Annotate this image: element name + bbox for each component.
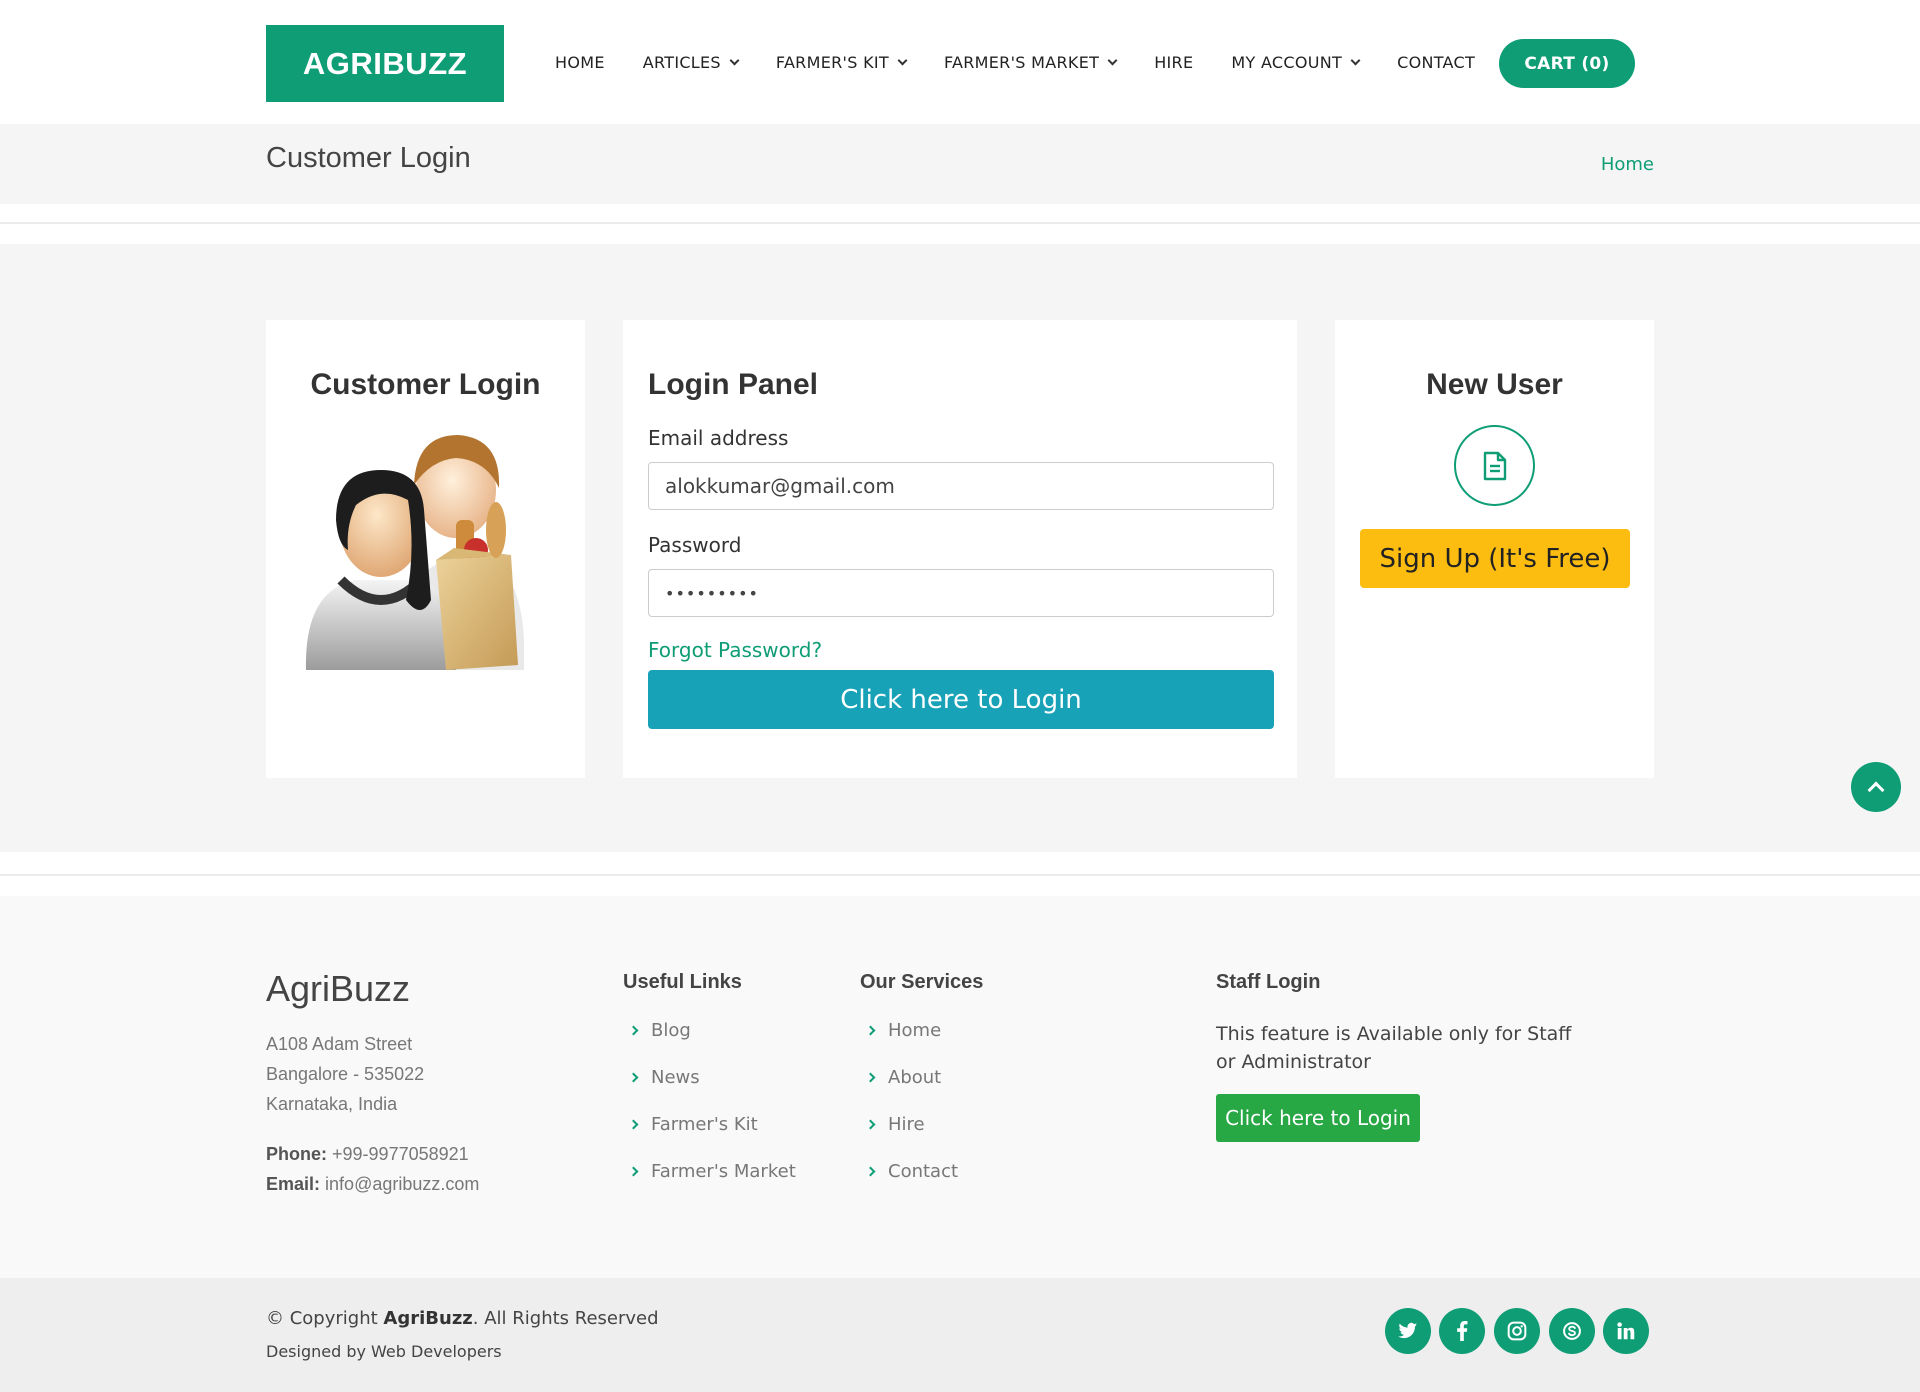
staff-login-button[interactable]: Click here to Login: [1216, 1094, 1420, 1142]
staff-login-title: Staff Login: [1216, 971, 1321, 993]
footer-link-blog[interactable]: Blog: [628, 1020, 691, 1041]
back-to-top-button[interactable]: [1851, 762, 1901, 812]
forgot-password-link[interactable]: Forgot Password?: [648, 638, 822, 662]
footer-phone: Phone: +99-9977058921: [266, 1144, 469, 1165]
chevron-right-icon: [628, 1025, 639, 1036]
email-label: Email:: [266, 1174, 321, 1194]
link-label: Contact: [888, 1161, 959, 1182]
address-line: Bangalore - 535022: [266, 1064, 425, 1084]
copyright-suffix: . All Rights Reserved: [472, 1308, 659, 1329]
nav-farmers-market-label: FARMER'S MARKET: [943, 52, 1100, 72]
footer-link-hire[interactable]: Hire: [865, 1114, 925, 1135]
breadcrumb: Customer Login Home: [0, 124, 1920, 204]
email-label: Email address: [648, 426, 789, 450]
site-header: AGRIBUZZ HOME ARTICLES FARMER'S KIT FARM…: [0, 0, 1920, 124]
designed-by-text: Designed by Web Developers: [266, 1342, 502, 1361]
breadcrumb-home-link[interactable]: Home: [1601, 154, 1654, 175]
footer-brand: AgriBuzz: [266, 968, 411, 1009]
new-user-title: New User: [1426, 368, 1563, 401]
nav-contact-label: CONTACT: [1397, 52, 1476, 72]
link-label: Farmer's Kit: [651, 1114, 758, 1135]
address-line: A108 Adam Street: [266, 1034, 413, 1054]
site-logo[interactable]: AGRIBUZZ: [266, 25, 504, 102]
link-label: Farmer's Market: [651, 1161, 796, 1182]
nav-farmers-kit-label: FARMER'S KIT: [775, 52, 889, 72]
chevron-down-icon: [1107, 55, 1118, 65]
nav-farmers-market[interactable]: FARMER'S MARKET: [943, 52, 1118, 72]
nav-articles-label: ARTICLES: [642, 52, 721, 72]
twitter-icon[interactable]: [1385, 1308, 1431, 1354]
page-title: Customer Login: [266, 142, 471, 174]
chevron-right-icon: [865, 1025, 876, 1036]
chevron-right-icon: [865, 1166, 876, 1177]
email-field[interactable]: alokkumar@gmail.com: [648, 462, 1274, 510]
password-field[interactable]: •••••••••: [648, 569, 1274, 617]
chevron-right-icon: [628, 1072, 639, 1083]
footer-link-contact[interactable]: Contact: [865, 1161, 959, 1182]
address-line: Karnataka, India: [266, 1094, 398, 1114]
phone-label: Phone:: [266, 1144, 327, 1164]
nav-hire[interactable]: HIRE: [1154, 53, 1193, 72]
customer-login-card: Customer Login: [266, 320, 585, 778]
link-label: Home: [888, 1020, 942, 1041]
our-services-title: Our Services: [860, 971, 984, 993]
nav-articles[interactable]: ARTICLES: [642, 52, 740, 72]
login-button[interactable]: Click here to Login: [648, 670, 1274, 729]
nav-home[interactable]: HOME: [555, 53, 605, 72]
chevron-down-icon: [897, 55, 908, 65]
login-panel-title: Login Panel: [648, 368, 819, 401]
new-user-card: New User Sign Up (It's Free): [1335, 320, 1654, 778]
facebook-icon[interactable]: [1439, 1308, 1485, 1354]
copyright-brand: AgriBuzz: [383, 1308, 473, 1329]
main-section: Customer Login Login Panel Email address…: [0, 244, 1920, 852]
password-label: Password: [648, 533, 742, 557]
chevron-down-icon: [1350, 55, 1361, 65]
footer-link-farmers-market[interactable]: Farmer's Market: [628, 1161, 796, 1182]
useful-links-title: Useful Links: [623, 971, 742, 993]
nav-home-label: HOME: [555, 52, 605, 72]
site-footer: AgriBuzz A108 Adam Street Bangalore - 53…: [0, 896, 1920, 1278]
main-nav: HOME ARTICLES FARMER'S KIT FARMER'S MARK…: [555, 0, 1513, 124]
linkedin-icon[interactable]: [1603, 1308, 1649, 1354]
nav-my-account-label: MY ACCOUNT: [1231, 52, 1343, 72]
instagram-icon[interactable]: [1494, 1308, 1540, 1354]
chevron-right-icon: [865, 1072, 876, 1083]
footer-link-home[interactable]: Home: [865, 1020, 942, 1041]
staff-login-text: This feature is Available only for Staff…: [1216, 1023, 1572, 1073]
password-value: •••••••••: [665, 583, 759, 603]
nav-contact[interactable]: CONTACT: [1397, 53, 1475, 72]
link-label: About: [888, 1067, 942, 1088]
divider: [0, 222, 1920, 224]
footer-email: Email: info@agribuzz.com: [266, 1174, 479, 1195]
chevron-right-icon: [865, 1119, 876, 1130]
footer-link-about[interactable]: About: [865, 1067, 942, 1088]
divider: [0, 874, 1920, 876]
nav-my-account[interactable]: MY ACCOUNT: [1231, 52, 1361, 72]
copyright-prefix: © Copyright: [266, 1308, 378, 1329]
email-value: alokkumar@gmail.com: [665, 474, 895, 498]
copyright-text: © Copyright AgriBuzz. All Rights Reserve…: [266, 1308, 659, 1329]
customer-illustration: [305, 435, 524, 670]
link-label: News: [651, 1067, 700, 1088]
email-value[interactable]: info@agribuzz.com: [325, 1174, 479, 1194]
chevron-right-icon: [628, 1119, 639, 1130]
chevron-right-icon: [628, 1166, 639, 1177]
cart-button[interactable]: CART (0): [1499, 39, 1635, 88]
signup-button[interactable]: Sign Up (It's Free): [1360, 529, 1630, 588]
customer-card-title: Customer Login: [310, 368, 541, 401]
nav-hire-label: HIRE: [1154, 52, 1194, 72]
link-label: Hire: [888, 1114, 925, 1135]
footer-link-news[interactable]: News: [628, 1067, 700, 1088]
chevron-up-icon: [1867, 781, 1885, 799]
skype-icon[interactable]: [1549, 1308, 1595, 1354]
phone-value: +99-9977058921: [332, 1144, 469, 1164]
link-label: Blog: [651, 1020, 691, 1041]
chevron-down-icon: [729, 55, 740, 65]
document-icon: [1454, 425, 1535, 506]
login-panel: Login Panel Email address alokkumar@gmai…: [623, 320, 1297, 778]
copyright-bar: © Copyright AgriBuzz. All Rights Reserve…: [0, 1278, 1920, 1392]
nav-farmers-kit[interactable]: FARMER'S KIT: [775, 52, 908, 72]
footer-link-farmers-kit[interactable]: Farmer's Kit: [628, 1114, 758, 1135]
